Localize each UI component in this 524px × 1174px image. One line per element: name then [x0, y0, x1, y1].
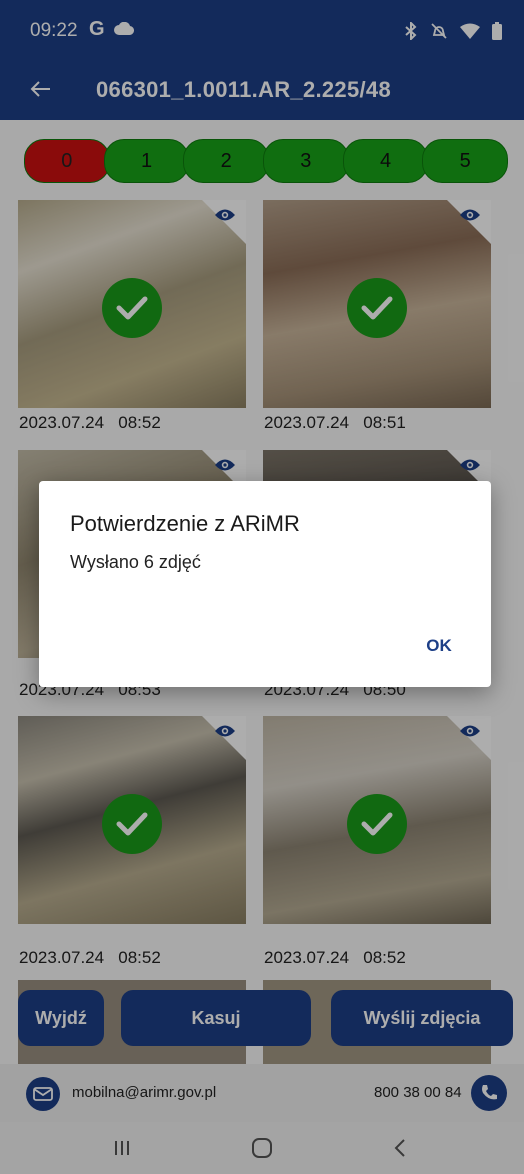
dialog-message: Wysłano 6 zdjęć	[70, 552, 201, 572]
ok-button[interactable]: OK	[419, 636, 459, 662]
dialog-title: Potwierdzenie z ARiMR	[70, 511, 300, 536]
confirmation-dialog: Potwierdzenie z ARiMR Wysłano 6 zdjęć OK	[39, 481, 491, 687]
screen: 09:22 G 066301_1.0011.AR_2.225/48 0 1 2 …	[0, 0, 524, 1174]
